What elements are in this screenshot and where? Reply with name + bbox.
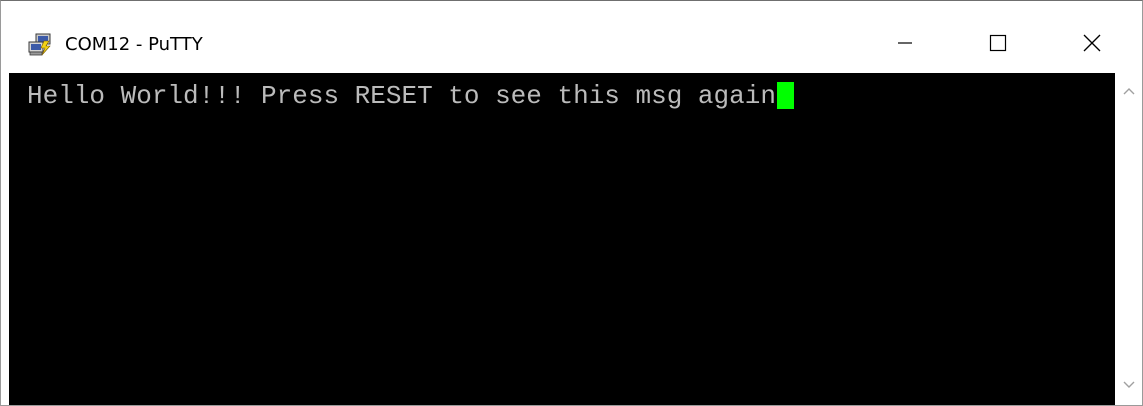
scroll-down-arrow-icon [1122,377,1136,395]
scroll-up-button[interactable] [1121,85,1137,99]
close-button[interactable] [1063,23,1121,67]
close-icon [1082,33,1102,58]
maximize-icon [988,33,1008,58]
terminal-cursor [776,82,794,109]
scroll-up-arrow-icon [1122,83,1136,101]
scroll-down-button[interactable] [1121,379,1137,393]
putty-icon[interactable] [27,33,53,57]
title-bar[interactable]: COM12 - PuTTY [1,1,1142,73]
vertical-scrollbar[interactable] [1115,73,1142,405]
minimize-button[interactable] [876,23,934,67]
terminal-line-text: Hello World!!! Press RESET to see this m… [27,81,776,111]
putty-window: COM12 - PuTTY Hello World!!! Press RESET… [0,0,1143,406]
terminal-area[interactable]: Hello World!!! Press RESET to see this m… [9,73,1115,405]
minimize-icon [896,34,914,57]
terminal-line: Hello World!!! Press RESET to see this m… [27,79,794,113]
window-title: COM12 - PuTTY [65,34,203,55]
maximize-button[interactable] [969,23,1027,67]
